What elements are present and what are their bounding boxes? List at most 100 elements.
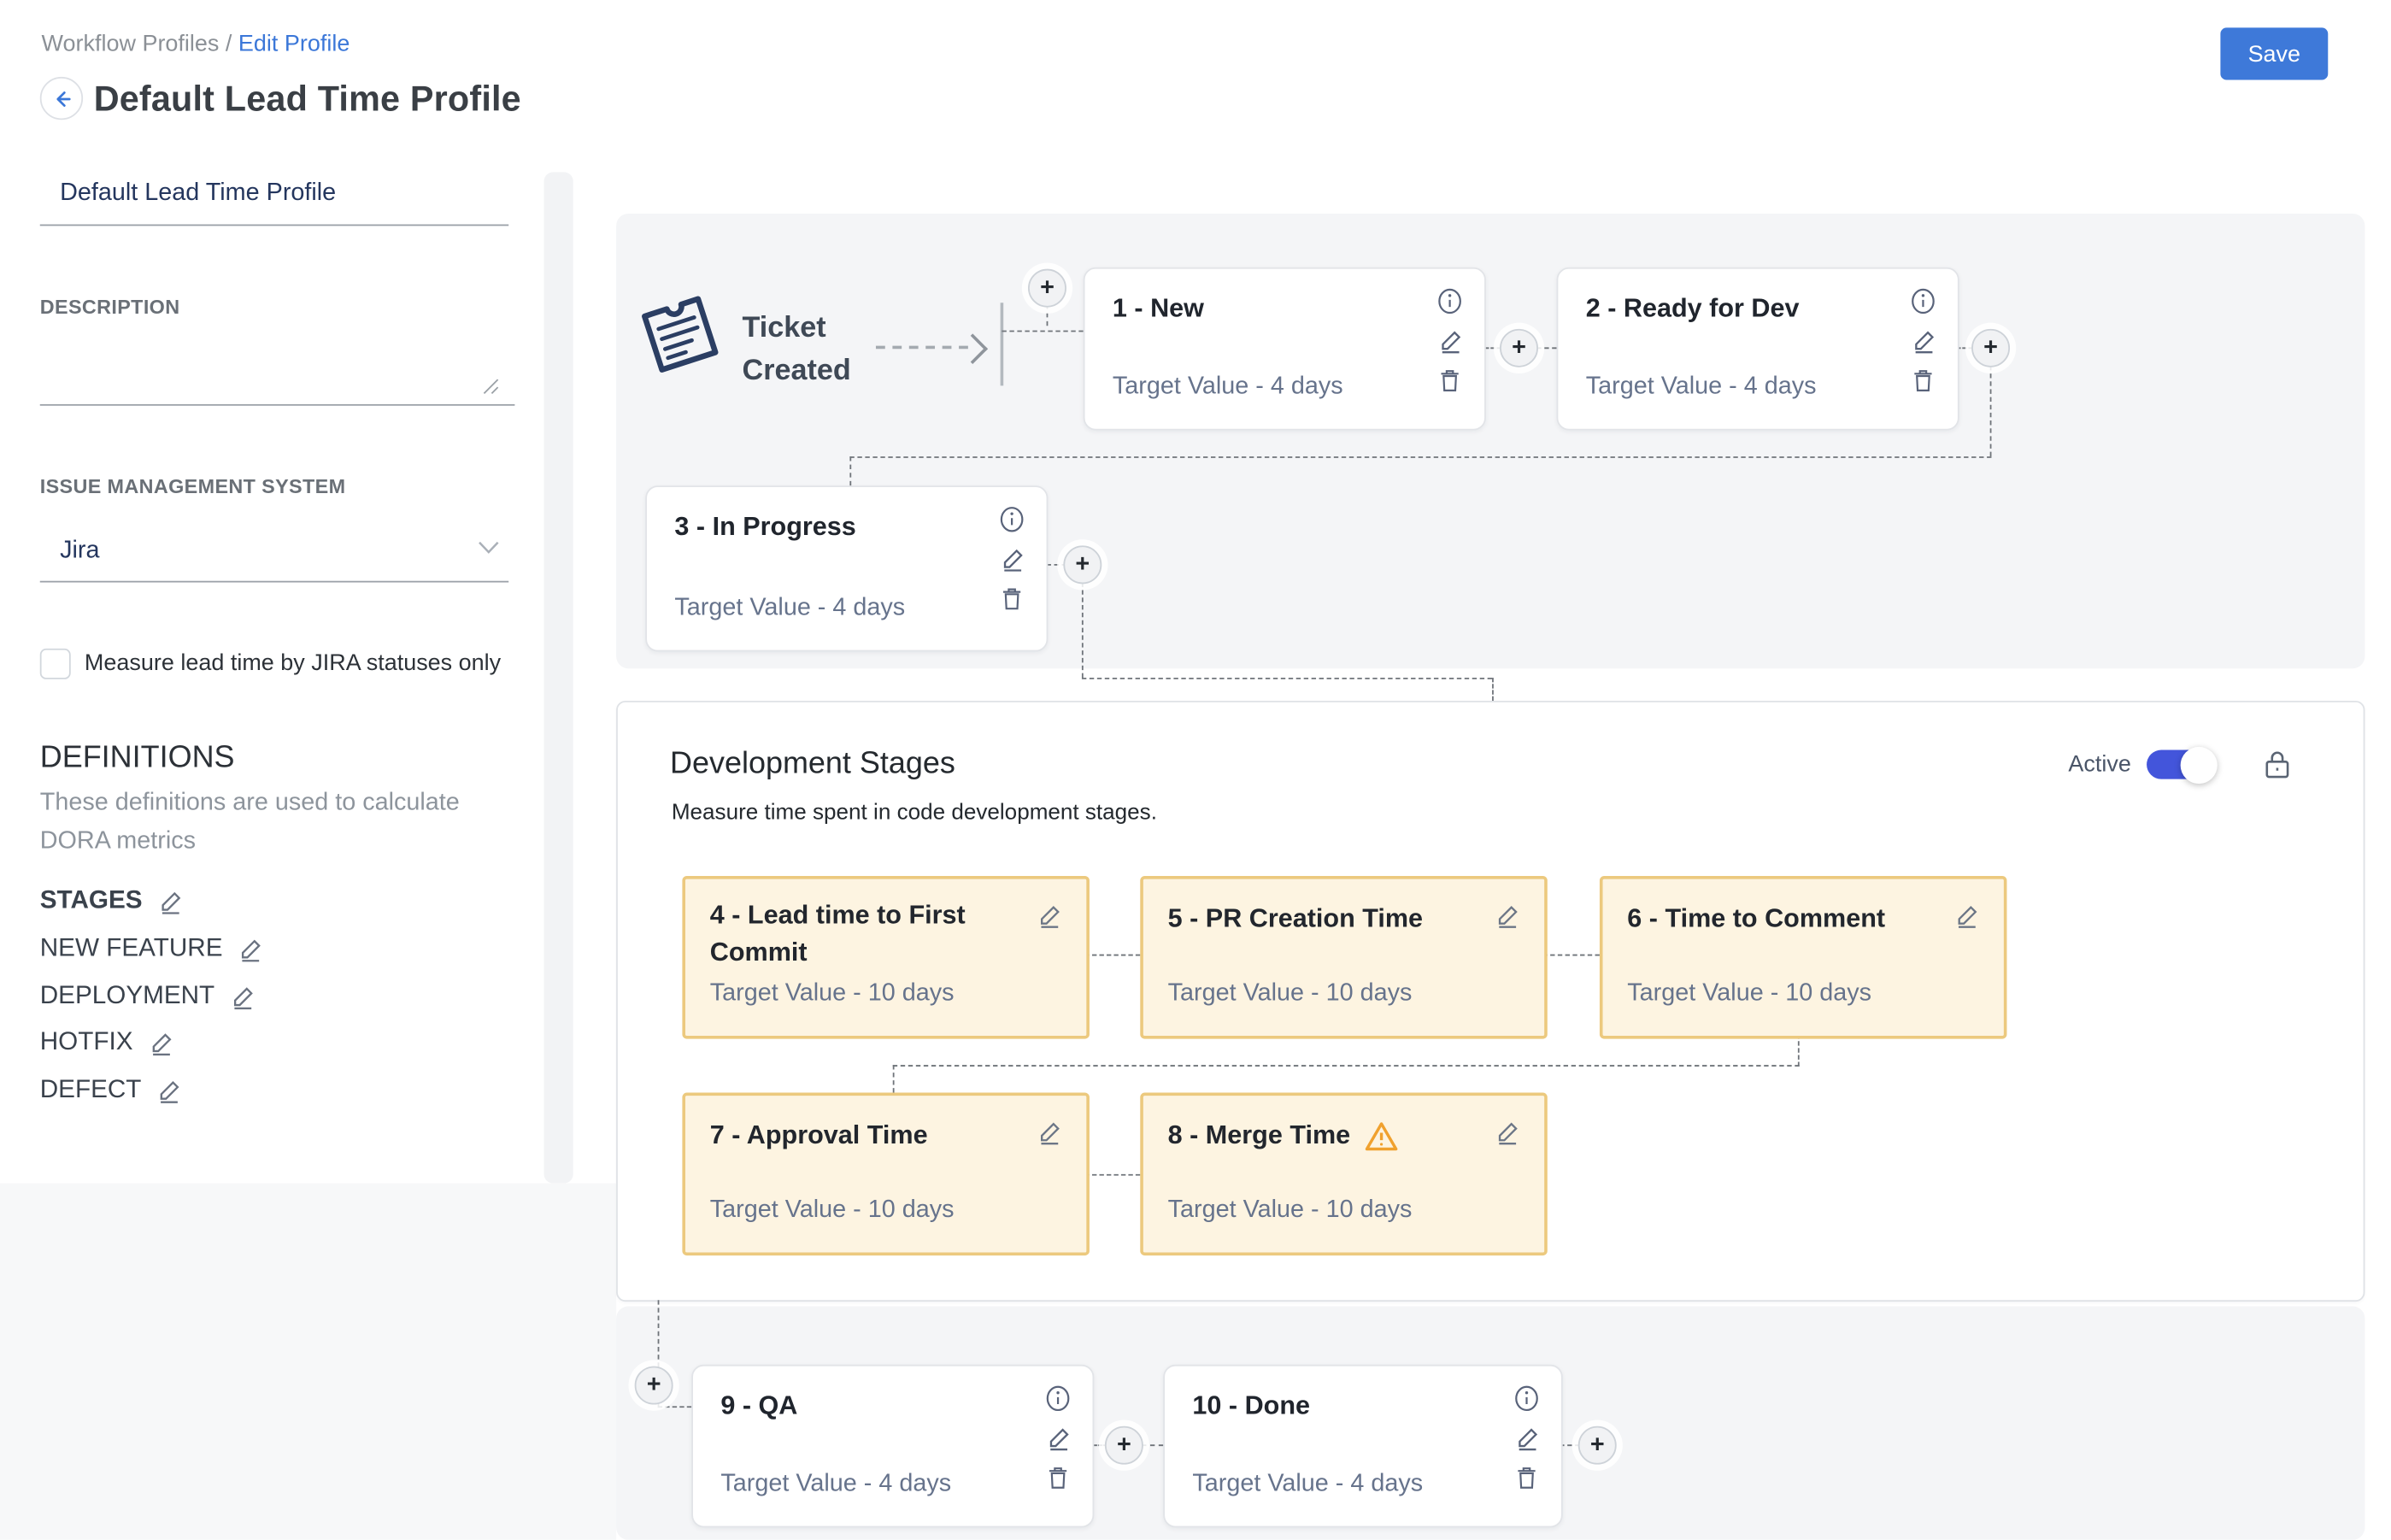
edit-hotfix-icon[interactable] [149, 1031, 173, 1055]
dev-stage-card-4-lead-time-to-first-commit[interactable]: 4 - Lead time to First Commit Target Val… [682, 876, 1090, 1039]
stage-title: 9 - QA [720, 1390, 797, 1421]
stage-title: 3 - In Progress [674, 512, 855, 543]
jira-statuses-checkbox[interactable] [40, 649, 71, 679]
ticket-icon [632, 289, 730, 391]
definitions-title: DEFINITIONS [40, 741, 235, 776]
stage-card-10-done[interactable]: 10 - Done Target Value - 4 days [1163, 1365, 1563, 1528]
stage-target-value: Target Value - 4 days [1113, 373, 1343, 401]
profile-name-input[interactable] [40, 166, 508, 226]
active-toggle[interactable] [2147, 750, 2214, 779]
dev-stage-card-6-time-to-comment[interactable]: 6 - Time to Comment Target Value - 10 da… [1600, 876, 2007, 1039]
connector [849, 456, 1991, 458]
add-stage-button[interactable]: + [1500, 329, 1538, 367]
sidebar-item-label: HOTFIX [40, 1028, 133, 1057]
jira-statuses-checkbox-label: Measure lead time by JIRA statuses only [85, 649, 501, 679]
add-stage-button[interactable]: + [1578, 1426, 1617, 1465]
toggle-knob [2181, 746, 2218, 783]
ims-select-value: Jira [40, 538, 100, 580]
dev-stage-target-value: Target Value - 10 days [710, 980, 955, 1008]
start-arrow-line [876, 346, 968, 350]
dev-stage-title: 6 - Time to Comment [1627, 901, 1885, 938]
ims-label: ISSUE MANAGEMENT SYSTEM [40, 475, 346, 498]
description-label: DESCRIPTION [40, 295, 180, 318]
lock-icon[interactable] [2264, 749, 2291, 787]
delete-stage-icon[interactable] [1001, 585, 1024, 612]
dev-stage-target-value: Target Value - 10 days [1168, 1197, 1413, 1225]
stages-label: STAGES [40, 887, 143, 916]
info-icon[interactable] [1045, 1384, 1072, 1412]
connector [1047, 304, 1049, 326]
dev-panel-title: Development Stages [670, 747, 955, 782]
stage-card-9-qa[interactable]: 9 - QA Target Value - 4 days [691, 1365, 1094, 1528]
info-icon[interactable] [999, 506, 1025, 533]
stage-card-3-in-progress[interactable]: 3 - In Progress Target Value - 4 days [645, 485, 1048, 651]
edit-stage-icon[interactable] [1514, 1426, 1539, 1451]
back-button[interactable] [40, 77, 83, 120]
dev-stage-title: 8 - Merge Time [1168, 1117, 1351, 1154]
edit-stages-icon[interactable] [158, 889, 183, 914]
stage-title: 10 - Done [1192, 1390, 1310, 1421]
stage-card-2-ready-for-dev[interactable]: 2 - Ready for Dev Target Value - 4 days [1557, 267, 1959, 431]
dev-stage-target-value: Target Value - 10 days [710, 1197, 955, 1225]
sidebar-item-label: NEW FEATURE [40, 934, 223, 963]
delete-stage-icon[interactable] [1515, 1465, 1538, 1491]
add-stage-button[interactable]: + [635, 1367, 673, 1405]
connector [1492, 678, 1494, 701]
add-stage-button[interactable]: + [1028, 269, 1066, 308]
dev-stage-title-row: 8 - Merge Time [1168, 1117, 1398, 1154]
edit-defect-icon[interactable] [156, 1078, 181, 1102]
back-arrow-icon [50, 87, 73, 110]
dev-stage-card-7-approval-time[interactable]: 7 - Approval Time Target Value - 10 days [682, 1093, 1090, 1256]
warning-icon [1364, 1120, 1398, 1152]
stage-target-value: Target Value - 4 days [1192, 1471, 1423, 1498]
edit-dev-stage-icon[interactable] [1037, 1120, 1062, 1145]
edit-stage-icon[interactable] [1437, 329, 1462, 354]
sidebar-item-deployment: DEPLOYMENT [40, 982, 255, 1011]
edit-stage-icon[interactable] [1046, 1426, 1071, 1451]
active-label: Active [2068, 751, 2130, 778]
breadcrumb-edit-profile-link[interactable]: Edit Profile [238, 31, 350, 57]
connector [1542, 955, 1600, 956]
add-stage-button[interactable]: + [1105, 1426, 1143, 1465]
edit-stage-icon[interactable] [1911, 329, 1936, 354]
page-title: Default Lead Time Profile [94, 79, 521, 120]
edit-dev-stage-icon[interactable] [1495, 1120, 1520, 1145]
delete-stage-icon[interactable] [1912, 367, 1935, 394]
edit-stage-icon[interactable] [1000, 547, 1025, 572]
add-stage-button[interactable]: + [1971, 329, 2010, 367]
info-icon[interactable] [1513, 1384, 1540, 1412]
sidebar-item-label: DEPLOYMENT [40, 982, 214, 1011]
connector [1082, 678, 1492, 679]
textarea-resize-icon[interactable] [483, 375, 500, 403]
edit-dev-stage-icon[interactable] [1495, 903, 1520, 928]
sidebar-item-hotfix: HOTFIX [40, 1028, 173, 1057]
connector [1536, 347, 1556, 349]
breadcrumb-root: Workflow Profiles / [42, 31, 232, 57]
dev-stage-card-8-merge-time[interactable]: 8 - Merge Time Target Value - 10 days [1140, 1093, 1548, 1256]
edit-deployment-icon[interactable] [230, 985, 255, 1009]
delete-stage-icon[interactable] [1047, 1465, 1070, 1491]
connector [1142, 1444, 1163, 1446]
edit-new-feature-icon[interactable] [238, 937, 262, 961]
info-icon[interactable] [1910, 287, 1936, 314]
add-stage-button[interactable]: + [1063, 545, 1102, 584]
definitions-description: These definitions are used to calculate … [40, 784, 501, 861]
info-icon[interactable] [1436, 287, 1463, 314]
ims-select[interactable]: Jira [40, 520, 508, 583]
edit-dev-stage-icon[interactable] [1037, 903, 1062, 928]
connector [1002, 331, 1083, 332]
connector [893, 1065, 895, 1092]
sidebar-footer-area [0, 1184, 616, 1540]
stage-target-value: Target Value - 4 days [1586, 373, 1817, 401]
connector [1484, 347, 1501, 349]
start-node-label: Ticket Created [743, 308, 866, 394]
save-button[interactable]: Save [2220, 27, 2328, 79]
stage-title: 2 - Ready for Dev [1586, 293, 1800, 324]
delete-stage-icon[interactable] [1438, 367, 1461, 394]
sidebar-scrollbar[interactable] [544, 172, 573, 1183]
sidebar-stages-row: STAGES [40, 887, 183, 916]
description-textarea[interactable] [40, 326, 515, 406]
dev-stage-card-5-pr-creation-time[interactable]: 5 - PR Creation Time Target Value - 10 d… [1140, 876, 1548, 1039]
edit-dev-stage-icon[interactable] [1954, 903, 1979, 928]
stage-card-1-new[interactable]: 1 - New Target Value - 4 days [1084, 267, 1486, 431]
